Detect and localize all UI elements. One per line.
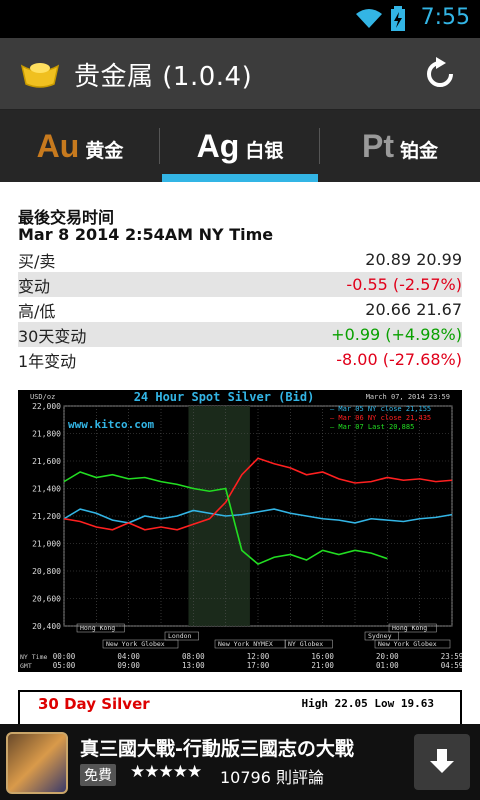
- y-tick-label: 21,600: [32, 457, 61, 466]
- gold-ingot-icon: [20, 60, 60, 94]
- tab-gold[interactable]: Au 黄金: [0, 110, 160, 182]
- quote-content[interactable]: 最後交易时间 Mar 8 2014 2:54AM NY Time 买/卖 20.…: [0, 182, 480, 724]
- wifi-icon: [354, 6, 384, 34]
- ad-title[interactable]: 真三國大戰-行動版三國志の大戰: [80, 734, 354, 761]
- x-tick-gmt: 09:00: [117, 661, 140, 670]
- quote-row-value: -8.00 (-27.68%): [336, 350, 462, 369]
- tab-gold-label: 黄金: [85, 139, 124, 162]
- ad-banner[interactable]: 真三國大戰-行動版三國志の大戰 免費 ★★★★★ 10796 則評論: [0, 724, 480, 800]
- y-tick-label: 21,400: [32, 485, 61, 494]
- x-tick-gmt: 13:00: [182, 661, 205, 670]
- y-tick-label: 21,200: [32, 512, 61, 521]
- x-tick-ny: 00:00: [53, 652, 76, 661]
- quote-row-change: 变动 -0.55 (-2.57%): [18, 272, 462, 297]
- chart-unit-label: USD/oz: [30, 393, 55, 401]
- market-session-label: Hong Kong: [80, 624, 115, 632]
- ad-free-badge: 免費: [80, 764, 116, 786]
- market-session-label: New York NYMEX: [218, 640, 273, 648]
- y-tick-label: 20,600: [32, 595, 61, 604]
- status-clock: 7:55: [420, 5, 470, 30]
- last-trade-time: Mar 8 2014 2:54AM NY Time: [18, 225, 274, 244]
- x-tick-ny: 12:00: [247, 652, 270, 661]
- quote-row-bid-ask: 买/卖 20.89 20.99: [18, 247, 462, 272]
- tab-silver[interactable]: Ag 白银: [160, 110, 320, 182]
- refresh-icon[interactable]: [422, 56, 458, 96]
- market-session-label: London: [168, 632, 192, 640]
- x-tick-ny: 16:00: [311, 652, 334, 661]
- x-tick-gmt: 05:00: [53, 661, 76, 670]
- chart-watermark: www.kitco.com: [68, 418, 154, 431]
- tab-gold-symbol: Au: [36, 127, 80, 164]
- quote-row-label: 高/低: [18, 301, 56, 321]
- quote-row-30day-change: 30天变动 +0.99 (+4.98%): [18, 322, 462, 347]
- 30-day-chart-title: 30 Day Silver: [38, 695, 150, 713]
- chart-legend-entry: — Mar 07 Last 20,885: [330, 423, 414, 431]
- chart-title: 24 Hour Spot Silver (Bid): [134, 390, 315, 404]
- x-row-label: GMT: [20, 662, 32, 670]
- download-button[interactable]: [414, 734, 470, 790]
- x-tick-gmt: 17:00: [247, 661, 270, 670]
- quote-row-value: +0.99 (+4.98%): [331, 325, 462, 344]
- metal-tabs: Au 黄金 Ag 白银 Pt 铂金: [0, 110, 480, 182]
- quote-row-label: 30天变动: [18, 326, 87, 346]
- x-tick-gmt: 04:59: [441, 661, 462, 670]
- chart-svg: 22,000 21,800 21,600 21,400 21,200 21,000 20,8…: [20, 390, 462, 670]
- silver-24h-chart: 22,000 21,800 21,600 21,400 21,200 21,000 20,8…: [18, 390, 462, 672]
- x-tick-ny: 23:59: [441, 652, 462, 661]
- market-session-label: NY Globex: [288, 640, 323, 648]
- y-tick-label: 21,800: [32, 430, 61, 439]
- quote-row-high-low: 高/低 20.66 21.67: [18, 297, 462, 322]
- chart-legend-entry: — Mar 06 NY close 21,435: [330, 414, 431, 422]
- tab-platinum-symbol: Pt: [361, 127, 394, 164]
- status-bar: 7:55: [0, 0, 480, 38]
- quote-row-value: -0.55 (-2.57%): [346, 275, 462, 294]
- tab-platinum-label: 铂金: [399, 139, 438, 162]
- chart-date-label: March 07, 2014 23:59: [366, 393, 450, 401]
- market-session-label: New York Globex: [106, 640, 165, 648]
- market-session-label: Sydney: [368, 632, 392, 640]
- quote-row-1year-change: 1年变动 -8.00 (-27.68%): [18, 347, 462, 372]
- y-tick-label: 20,400: [32, 622, 61, 631]
- tab-platinum[interactable]: Pt 铂金: [320, 110, 480, 182]
- quote-row-value: 20.89 20.99: [365, 250, 462, 269]
- ad-game-icon[interactable]: [6, 732, 68, 794]
- y-tick-label: 21,000: [32, 540, 61, 549]
- quote-row-value: 20.66 21.67: [365, 300, 462, 319]
- x-tick-ny: 20:00: [376, 652, 399, 661]
- app-title: 贵金属 (1.0.4): [74, 62, 253, 92]
- market-session-label: New York Globex: [378, 640, 437, 648]
- download-arrow-icon: [430, 749, 454, 773]
- tab-silver-label: 白银: [245, 139, 284, 162]
- action-bar: 贵金属 (1.0.4): [0, 38, 480, 110]
- chart-legend-entry: — Mar 05 NY close 21,155: [330, 405, 431, 413]
- y-tick-label: 20,800: [32, 567, 61, 576]
- 30-day-high-low: High 22.05 Low 19.63: [301, 697, 434, 710]
- quote-row-label: 1年变动: [18, 351, 77, 371]
- quote-row-label: 变动: [18, 276, 51, 296]
- x-row-label: NY Time: [20, 653, 47, 661]
- 30-day-chart-card: 30 Day Silver High 22.05 Low 19.63: [18, 690, 462, 724]
- x-tick-ny: 08:00: [182, 652, 205, 661]
- active-tab-indicator: [162, 174, 318, 182]
- x-tick-gmt: 01:00: [376, 661, 399, 670]
- y-tick-label: 22,000: [32, 402, 61, 411]
- chart-session-band: [188, 406, 250, 626]
- x-tick-gmt: 21:00: [311, 661, 334, 670]
- battery-charging-icon: [390, 6, 406, 36]
- quote-row-label: 买/卖: [18, 251, 56, 271]
- x-tick-ny: 04:00: [117, 652, 140, 661]
- ad-review-count: 10796 則評論: [220, 768, 324, 787]
- tab-silver-symbol: Ag: [196, 127, 240, 164]
- market-session-label: Hong Kong: [392, 624, 427, 632]
- ad-rating-stars: ★★★★★: [130, 762, 202, 782]
